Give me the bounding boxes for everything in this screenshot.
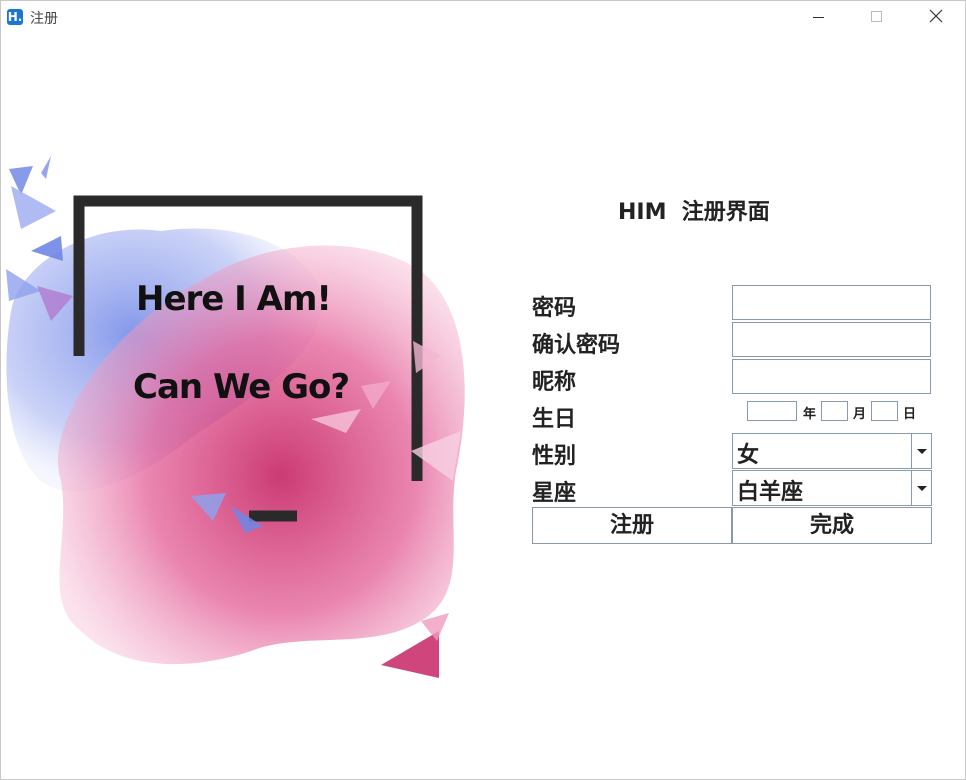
zodiac-selected-value: 白羊座: [737, 480, 804, 505]
artwork-text-line2: Can We Go?: [133, 367, 350, 407]
password-label: 密码: [532, 296, 577, 321]
maximize-icon: [871, 11, 882, 22]
register-button[interactable]: 注册: [532, 507, 732, 544]
register-window: H. 注册 Here I Am! Can We Go? HIM 注册界面 密码 …: [0, 0, 966, 780]
maximize-button[interactable]: [854, 1, 900, 33]
chevron-down-icon: [917, 486, 927, 491]
password-input[interactable]: [733, 286, 930, 319]
password-field[interactable]: [732, 285, 931, 320]
gender-selected-value: 女: [737, 443, 760, 468]
day-unit-label: 日: [903, 407, 917, 422]
minimize-icon: [813, 17, 824, 18]
birth-year-input[interactable]: [748, 404, 796, 422]
artwork-text-line1: Here I Am!: [136, 279, 332, 319]
confirm-password-field[interactable]: [732, 322, 931, 357]
confirm-password-input[interactable]: [733, 323, 930, 356]
birth-day-input[interactable]: [872, 404, 897, 422]
chevron-down-icon: [917, 449, 927, 454]
confirm-password-label: 确认密码: [532, 333, 621, 358]
done-button[interactable]: 完成: [732, 507, 932, 544]
nickname-label: 昵称: [532, 370, 577, 395]
gender-label: 性别: [532, 444, 577, 469]
birth-month-input[interactable]: [822, 404, 847, 422]
birthday-label: 生日: [532, 407, 577, 432]
gender-dropdown-button[interactable]: [911, 434, 931, 468]
window-title: 注册: [30, 11, 58, 27]
nickname-input[interactable]: [733, 360, 930, 393]
zodiac-label: 星座: [532, 481, 577, 506]
app-logo-icon: H.: [7, 9, 23, 25]
close-icon: [929, 9, 943, 23]
zodiac-dropdown-button[interactable]: [911, 471, 931, 505]
title-bar[interactable]: H. 注册: [1, 1, 965, 33]
birth-month-field[interactable]: [821, 401, 848, 422]
year-unit-label: 年: [803, 407, 817, 422]
decorative-artwork: Here I Am! Can We Go?: [1, 151, 481, 686]
birth-day-field[interactable]: [871, 401, 898, 422]
zodiac-select[interactable]: 白羊座: [732, 470, 932, 506]
month-unit-label: 月: [853, 407, 867, 422]
watercolor-art: [6, 156, 465, 678]
form-title: HIM 注册界面: [618, 200, 770, 225]
minimize-button[interactable]: [796, 1, 842, 33]
nickname-field[interactable]: [732, 359, 931, 394]
gender-select[interactable]: 女: [732, 433, 932, 469]
close-button[interactable]: [912, 1, 958, 33]
birth-year-field[interactable]: [747, 401, 797, 422]
